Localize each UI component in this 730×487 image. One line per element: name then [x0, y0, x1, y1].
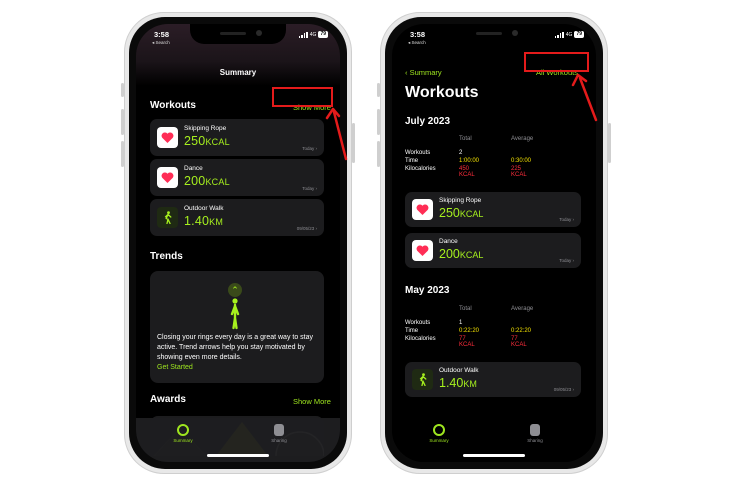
workout-value: 1.40KM [184, 214, 224, 228]
workout-value: 200KCAL [184, 174, 230, 188]
workout-card-skipping-rope[interactable]: Skipping Rope 250KCAL Today › [150, 119, 324, 156]
tab-sharing-label: Sharing [271, 438, 287, 443]
tab-sharing-label: Sharing [527, 438, 543, 443]
workout-date: 09/05/23 › [553, 387, 574, 392]
tab-summary-label: Summary [173, 438, 193, 443]
workout-name: Skipping Rope [184, 125, 227, 132]
tab-bar: Summary Sharing [392, 418, 596, 462]
walk-icon [412, 369, 433, 390]
volume-down-button [121, 141, 124, 167]
right-phone: 3:58 ◂ Search 4G 79 ‹ Summary All Workou… [377, 12, 611, 474]
left-phone: 3:58 ◂ Search 4G 79 Summary Workouts Sho… [121, 12, 355, 474]
workout-card-dance[interactable]: Dance 200KCAL Today › [150, 159, 324, 196]
workout-date: Today › [559, 258, 574, 263]
month-heading-july: July 2023 [405, 116, 451, 127]
total-header: Total [459, 306, 472, 312]
activity-ring-icon [433, 424, 445, 436]
workout-name: Outdoor Walk [439, 367, 479, 374]
battery-icon: 79 [318, 31, 328, 38]
activity-ring-icon [177, 424, 189, 436]
average-header: Average [511, 136, 534, 142]
workout-date: Today › [302, 146, 317, 151]
workout-name: Skipping Rope [439, 197, 482, 204]
get-started-link[interactable]: Get Started [157, 364, 193, 371]
tab-bar: Summary Sharing [136, 418, 340, 462]
workout-name: Dance [439, 238, 458, 245]
workout-card-dance[interactable]: Dance 200KCAL Today › [405, 233, 581, 268]
trends-card: ⌃ Closing your rings every day is a grea… [150, 271, 324, 383]
status-bar: 3:58 ◂ Search 4G 79 [406, 30, 584, 46]
workout-card-skipping-rope[interactable]: Skipping Rope 250KCAL Today › [405, 192, 581, 227]
status-time: 3:58 [154, 30, 170, 39]
volume-down-button [377, 141, 380, 167]
workout-value: 1.40KM [439, 376, 477, 390]
tab-summary-label: Summary [429, 438, 449, 443]
status-bar: 3:58 ◂ Search 4G 79 [150, 30, 328, 46]
status-time: 3:58 [410, 30, 426, 39]
workout-value: 200KCAL [439, 247, 484, 261]
back-to-search[interactable]: ◂ Search [408, 40, 426, 46]
workout-date: 09/05/23 › [296, 226, 317, 231]
average-header: Average [511, 306, 534, 312]
signal-icon [298, 31, 308, 38]
status-indicators: 4G 79 [298, 31, 328, 38]
mute-switch [377, 83, 380, 97]
tab-summary[interactable]: Summary [414, 424, 464, 443]
sharing-icon [530, 424, 540, 436]
workout-name: Outdoor Walk [184, 205, 224, 212]
workouts-screen: 3:58 ◂ Search 4G 79 ‹ Summary All Workou… [392, 24, 596, 462]
battery-icon: 79 [574, 31, 584, 38]
home-indicator [207, 454, 269, 457]
status-indicators: 4G 79 [554, 31, 584, 38]
heart-icon [412, 199, 433, 220]
network-label: 4G [309, 31, 317, 38]
back-to-search[interactable]: ◂ Search [152, 40, 170, 46]
standing-figure-icon [230, 298, 240, 335]
tab-summary[interactable]: Summary [158, 424, 208, 443]
workout-date: Today › [559, 217, 574, 222]
trends-heading: Trends [150, 251, 183, 262]
phone-bezel: 3:58 ◂ Search 4G 79 Summary Workouts Sho… [129, 17, 347, 469]
workout-value: 250KCAL [184, 134, 230, 148]
phone-bezel: 3:58 ◂ Search 4G 79 ‹ Summary All Workou… [385, 17, 603, 469]
workout-value: 250KCAL [439, 206, 484, 220]
volume-up-button [121, 109, 124, 135]
signal-icon [554, 31, 564, 38]
total-header: Total [459, 136, 472, 142]
sharing-icon [274, 424, 284, 436]
annotation-box-all-workouts [524, 52, 589, 72]
trends-description: Closing your rings every day is a great … [157, 334, 314, 361]
workout-date: Today › [302, 186, 317, 191]
network-label: 4G [565, 31, 573, 38]
workout-name: Dance [184, 165, 203, 172]
month-heading-may: May 2023 [405, 285, 450, 296]
power-button [608, 123, 611, 163]
heart-icon [157, 167, 178, 188]
awards-heading: Awards [150, 394, 186, 405]
heart-icon [157, 127, 178, 148]
mute-switch [121, 83, 124, 97]
tab-sharing[interactable]: Sharing [254, 424, 304, 443]
back-to-summary-link[interactable]: ‹ Summary [405, 68, 442, 77]
annotation-box-show-more [272, 87, 333, 107]
workout-card-outdoor-walk[interactable]: Outdoor Walk 1.40KM 09/05/23 › [405, 362, 581, 397]
workout-card-outdoor-walk[interactable]: Outdoor Walk 1.40KM 09/05/23 › [150, 199, 324, 236]
tab-sharing[interactable]: Sharing [510, 424, 560, 443]
awards-show-more-link[interactable]: Show More [293, 397, 331, 406]
heart-icon [412, 240, 433, 261]
power-button [352, 123, 355, 163]
trend-up-arrow-icon: ⌃ [228, 283, 242, 297]
workouts-heading: Workouts [150, 100, 196, 111]
walk-icon [157, 207, 178, 228]
page-title: Workouts [405, 84, 479, 101]
nav-title: Summary [219, 68, 257, 77]
volume-up-button [377, 109, 380, 135]
home-indicator [463, 454, 525, 457]
